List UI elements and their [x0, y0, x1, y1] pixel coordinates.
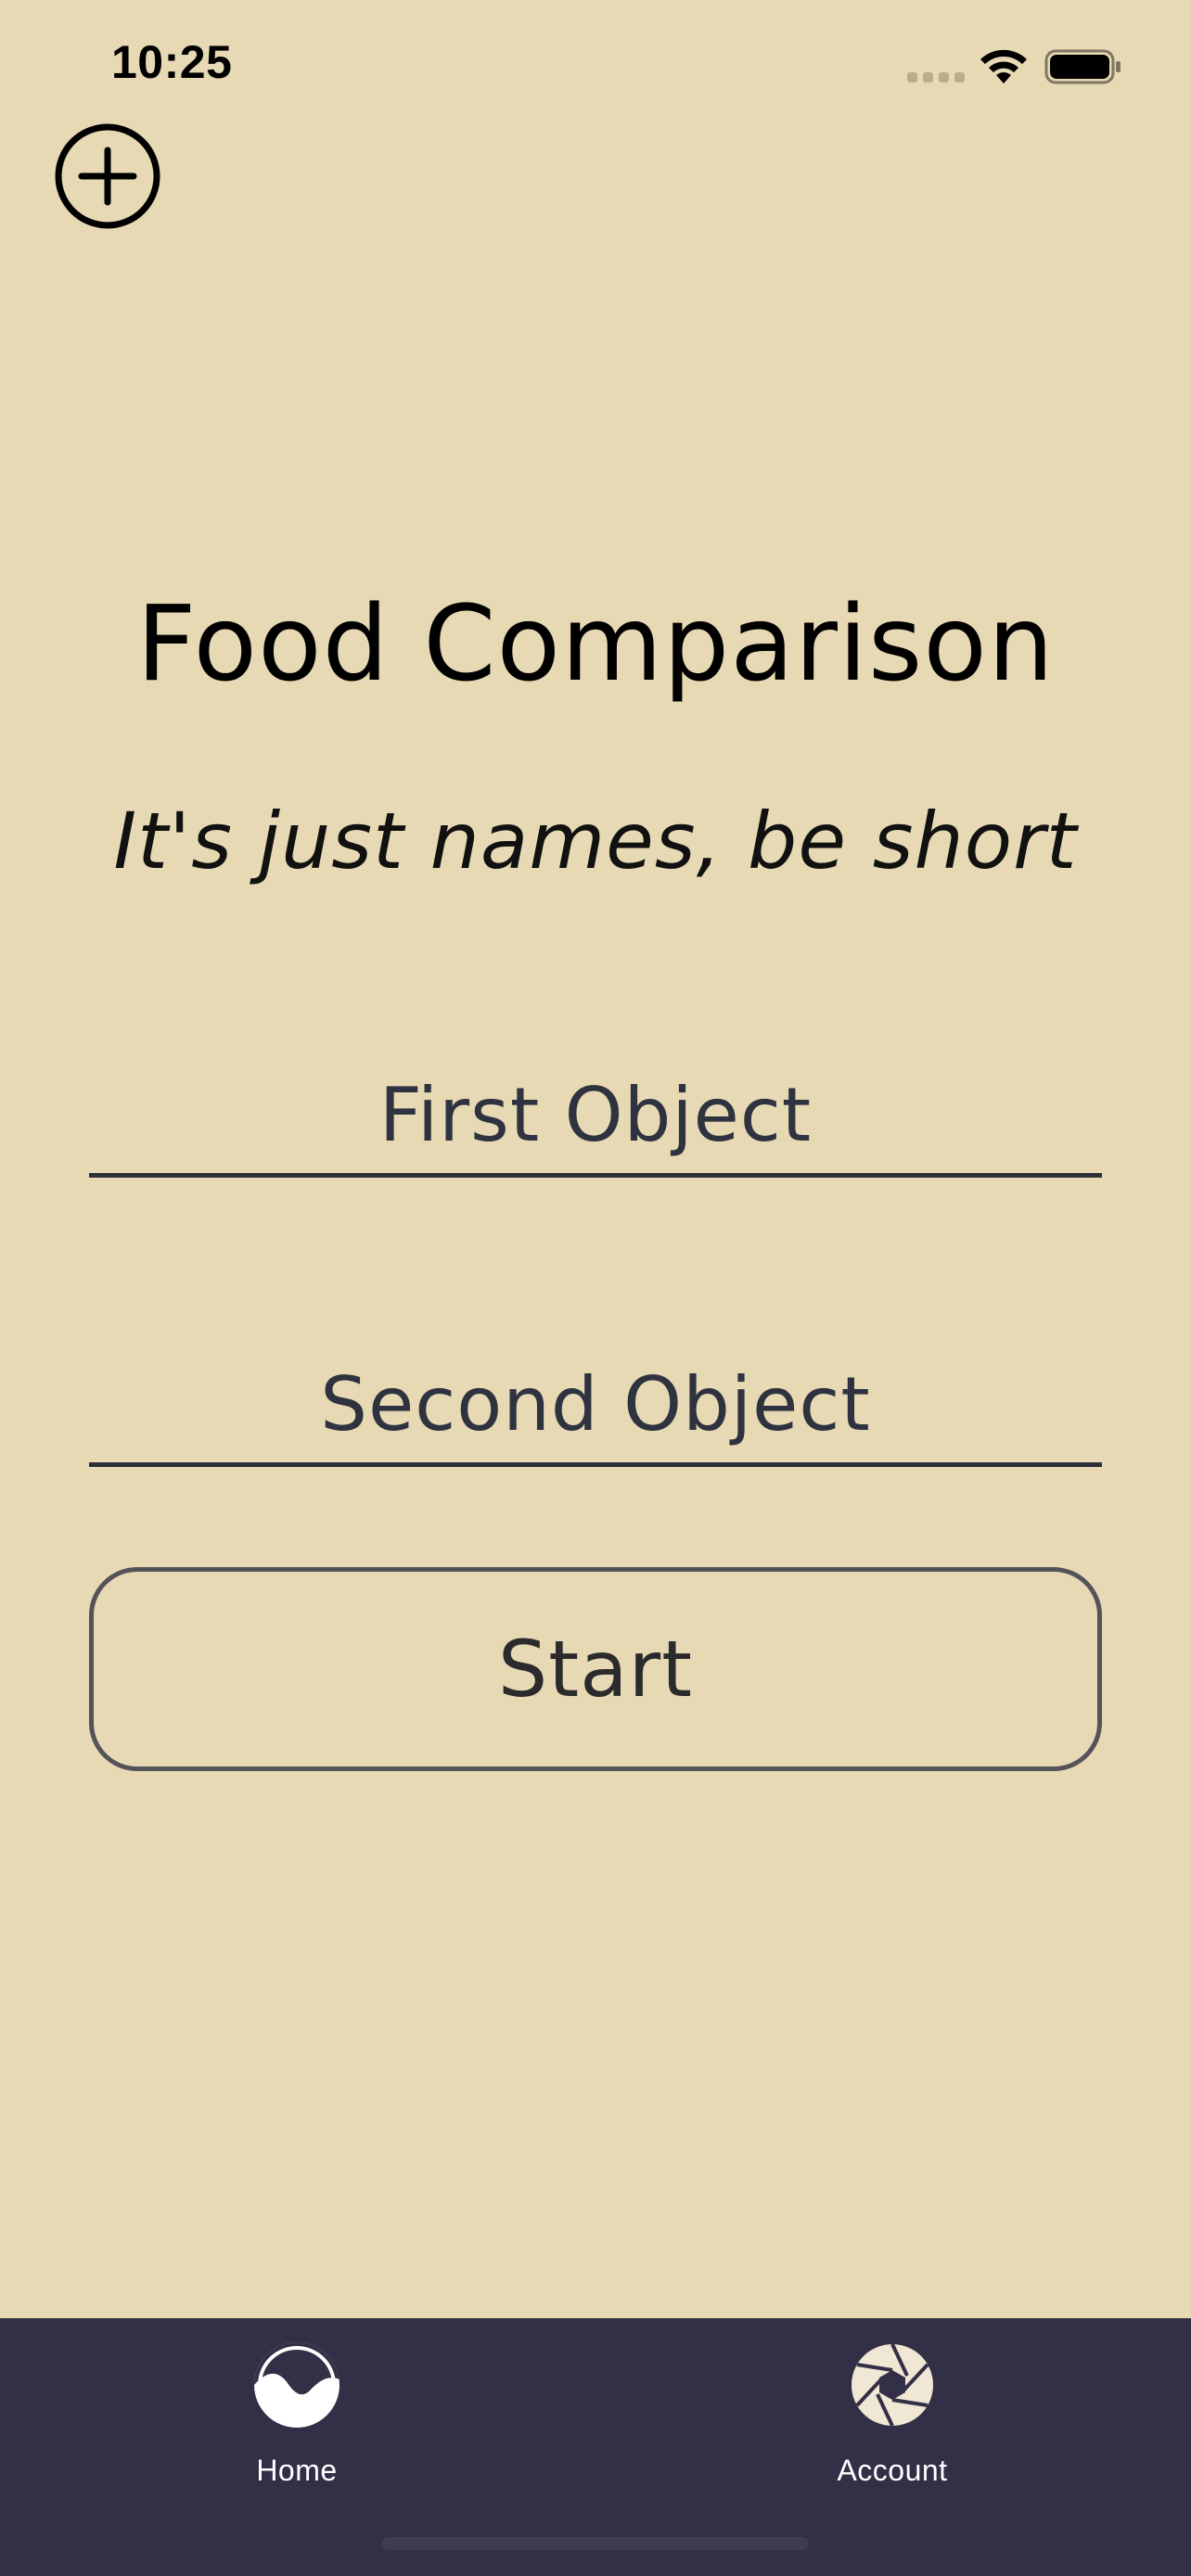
- status-bar: 10:25: [0, 0, 1191, 130]
- second-object-input[interactable]: [89, 1346, 1102, 1467]
- first-object-input[interactable]: [89, 1057, 1102, 1178]
- tab-home[interactable]: Home: [186, 2342, 408, 2509]
- home-indicator: [382, 2537, 809, 2550]
- plus-circle-icon[interactable]: [54, 122, 161, 230]
- battery-icon: [1044, 49, 1121, 84]
- status-time: 10:25: [111, 36, 233, 88]
- page-subtitle: It's just names, be short: [113, 796, 1078, 886]
- tab-home-label: Home: [256, 2454, 338, 2487]
- tab-account-label: Account: [837, 2454, 948, 2487]
- cellular-signal-icon: [907, 72, 965, 85]
- home-wave-icon: [254, 2342, 339, 2428]
- page-title: Food Comparison: [136, 584, 1055, 705]
- start-button[interactable]: Start: [89, 1567, 1102, 1771]
- tab-account[interactable]: Account: [781, 2342, 1004, 2509]
- wifi-icon: [980, 49, 1027, 83]
- aperture-icon: [852, 2343, 933, 2427]
